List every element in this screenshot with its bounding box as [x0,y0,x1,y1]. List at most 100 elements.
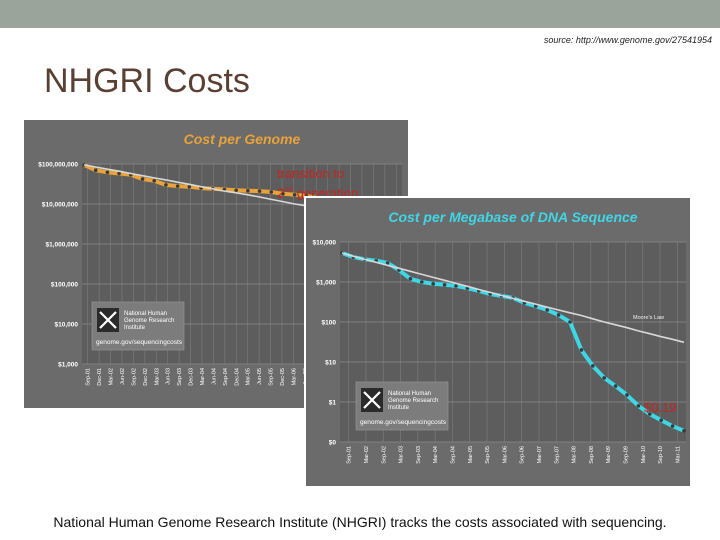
cost-data-point [175,184,180,188]
cost-data-point [613,384,618,388]
y-tick-label: $100,000 [51,282,78,289]
cost-data-point [385,261,390,265]
x-tick-label: Mar-02 [109,368,115,385]
cost-data-point [454,284,458,288]
cost-data-point [420,280,424,284]
x-tick-label: Sep-03 [416,446,422,464]
y-tick-label: $10,000 [313,240,337,247]
cost-data-point [93,168,98,172]
nhgri-logo: National HumanGenome ResearchInstitute ge… [355,381,449,431]
cost-data-point [602,376,606,380]
transition-annotation: transition to 2nd generation [277,166,389,201]
x-tick-label: Sep-08 [589,446,595,464]
x-tick-label: Sep-02 [131,368,137,386]
chart-title: Cost per Megabase of DNA Sequence [388,209,637,225]
x-tick-label: Mar-11 [675,446,681,463]
y-tick-label: $10,000,000 [42,202,79,209]
x-tick-label: Dec-05 [280,368,286,386]
cost-data-point [682,429,686,433]
cost-data-point [257,189,262,193]
x-tick-label: Dec-02 [143,368,149,386]
cost-per-megabase-svg: Cost per Megabase of DNA Sequence Sep-01 M… [313,209,686,464]
cost-data-point [234,188,238,193]
x-tick-label: Jun-05 [257,368,263,385]
nhgri-logo: National HumanGenome ResearchInstitute ge… [91,301,185,351]
chart-title: Cost per Genome [184,131,301,147]
x-tick-label: Mar-07 [537,446,543,463]
y-tick-label: $100,000,000 [38,162,78,169]
cost-data-point [140,177,145,181]
logo-name-line: Genome Research [124,318,174,324]
slide-caption: National Human Genome Research Institute… [53,514,667,530]
y-tick-label: $1,000 [58,362,78,369]
x-tick-label: Mar-04 [200,368,206,385]
x-tick-label: Mar-03 [399,446,405,463]
top-bar [0,0,720,28]
x-tick-label: Mar-06 [291,368,297,385]
cost-data-point [659,418,663,423]
x-tick-label: Jun-03 [166,368,172,385]
logo-name-line: National Human [124,311,167,317]
x-tick-label: Sep-02 [381,446,387,464]
cost-data-point [545,308,549,312]
x-tick-label: Sep-03 [177,368,183,386]
cost-data-point [625,393,629,397]
x-tick-label: Sep-05 [269,368,275,386]
x-tick-label: Sep-05 [485,446,491,464]
x-tick-label: Sep-04 [223,368,229,386]
cost-data-point [636,404,641,408]
y-tick-label: $0 [329,440,337,447]
cost-data-point [105,170,110,175]
moores-law-label: Moore's Law [633,315,664,321]
cost-data-point [670,424,675,428]
x-tick-label: Sep-01 [347,446,353,464]
transition-annotation-ordinal: nd [284,185,294,194]
x-tick-label: Sep-07 [554,446,560,464]
x-tick-label: Mar-10 [641,446,647,463]
cost-data-point [442,283,447,287]
cost-data-point [579,348,584,352]
x-tick-label: Dec-01 [97,368,103,386]
x-tick-label: Dec-03 [189,368,195,386]
cost-data-point [187,184,192,189]
y-tick-label: $100 [322,320,337,327]
y-tick-label: $10,000 [55,322,79,329]
x-tick-label: Mar-05 [246,368,252,385]
cost-data-point [269,190,274,194]
x-tick-label: Mar-05 [468,446,474,463]
x-tick-label: Mar-08 [572,446,578,463]
y-tick-label: $1,000,000 [45,242,78,249]
x-tick-label: Sep-04 [450,446,456,464]
cost-data-point [164,183,168,187]
x-tick-label: Jun-02 [120,368,126,385]
cost-data-point [152,179,157,183]
transition-annotation-line1: transition to [277,166,345,181]
x-tick-label: Sep-06 [520,446,526,464]
y-tick-label: $10 [325,360,336,367]
price-annotation: $0.19 [644,400,677,415]
y-tick-label: $1 [329,400,337,407]
x-tick-label: Sep-01 [86,368,92,386]
logo-name-line: National Human [388,391,431,397]
cost-data-point [556,313,561,317]
cost-data-point [431,282,435,286]
x-tick-label: Mar-02 [364,446,370,463]
cost-data-point [408,277,413,281]
x-tick-label: Mar-04 [433,446,439,463]
x-tick-label: Mar-03 [154,368,160,385]
x-tick-label: Sep-10 [658,446,664,464]
x-tick-label: Dec-04 [234,368,240,386]
logo-url: genome.gov/sequencingcosts [96,339,183,346]
cost-per-megabase-chart: Cost per Megabase of DNA Sequence Sep-01 M… [306,198,690,486]
logo-url: genome.gov/sequencingcosts [360,419,447,426]
cost-data-point [591,364,595,368]
logo-name-line: Institute [124,325,146,331]
x-tick-label: Jun-04 [211,368,217,385]
x-tick-label: Sep-09 [623,446,629,464]
logo-name-line: Genome Research [388,398,438,404]
x-tick-label: Mar-06 [502,446,508,463]
slide-title: NHGRI Costs [44,62,250,100]
source-citation: source: http://www.genome.gov/27541954 [543,35,712,45]
cost-data-point [246,188,250,193]
y-tick-label: $1,000 [316,280,336,287]
